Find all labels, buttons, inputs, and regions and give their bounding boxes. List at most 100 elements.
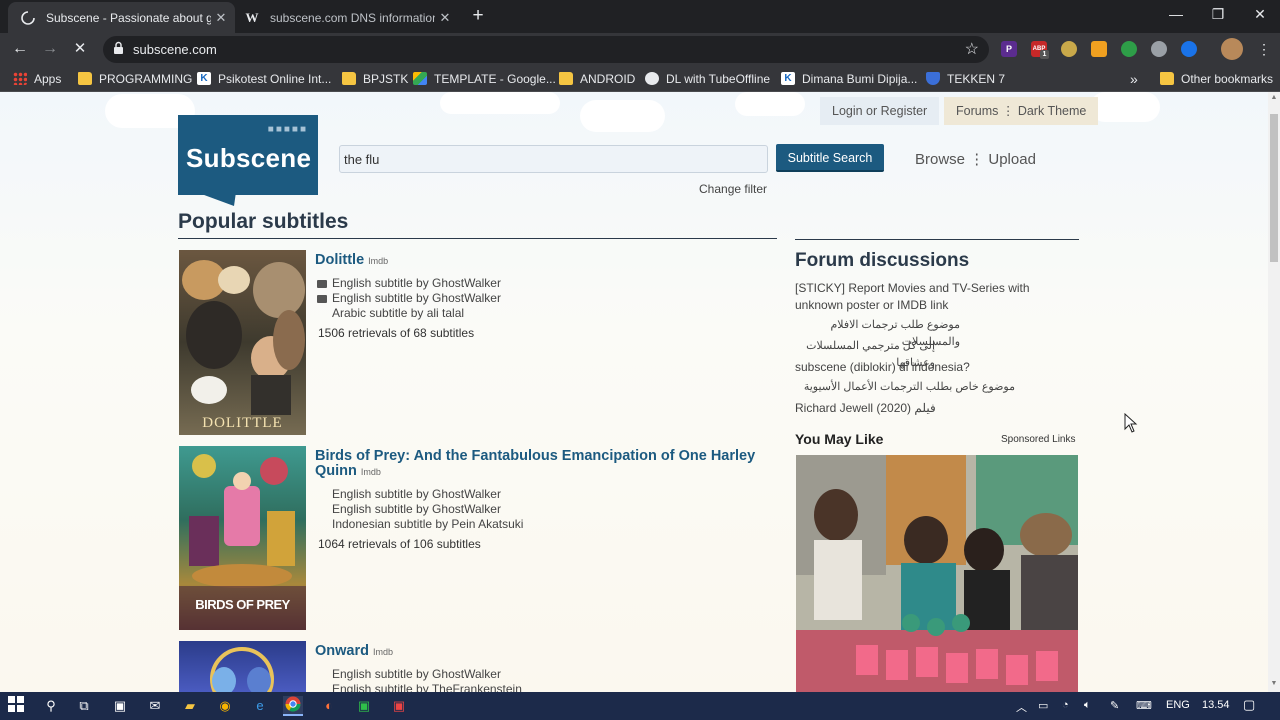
scroll-up-arrow-icon[interactable]: ▲ <box>1268 92 1280 104</box>
you-may-like-heading: You May Like <box>795 431 884 447</box>
bookmark-dimana-bumi[interactable]: K Dimana Bumi Dipija... <box>781 70 917 87</box>
more-bookmarks-chevron-icon[interactable]: » <box>1130 70 1138 87</box>
forward-button[interactable]: → <box>38 38 62 60</box>
forum-link[interactable]: subscene (diblokir) di indonesia? <box>795 359 1045 376</box>
chevron-up-icon[interactable]: ︿ <box>1016 699 1027 715</box>
browse-link[interactable]: Browse <box>915 151 965 168</box>
bookmark-bpjstk[interactable]: BPJSTK <box>342 70 408 87</box>
forum-link[interactable]: Richard Jewell (2020) فيلم <box>795 400 1045 417</box>
tab-dns-info[interactable]: W subscene.com DNS information - ✕ <box>232 2 459 33</box>
pen-icon[interactable]: ✎ <box>1110 699 1119 712</box>
app-icon[interactable]: ◉ <box>215 696 235 716</box>
bookmark-psikotest[interactable]: K Psikotest Online Int... <box>197 70 331 87</box>
shield-extension-icon[interactable] <box>1061 41 1077 57</box>
address-bar[interactable]: subscene.com ☆ <box>103 36 989 63</box>
poster-art <box>182 260 305 415</box>
extension-p-icon[interactable]: P <box>1001 41 1017 57</box>
cloud-decoration <box>735 92 805 116</box>
subtitle-entry[interactable]: English subtitle by GhostWalker <box>317 276 501 290</box>
wifi-icon[interactable]: ◔ <box>1062 699 1069 711</box>
chart-extension-icon[interactable] <box>1091 41 1107 57</box>
language-indicator[interactable]: ENG <box>1166 699 1190 711</box>
sponsored-ad-image[interactable] <box>796 455 1078 692</box>
app-icon[interactable]: ▣ <box>354 696 374 716</box>
menu-dots-icon[interactable]: ⋮ <box>1252 38 1276 60</box>
imdb-link[interactable]: Imdb <box>368 256 388 266</box>
close-icon[interactable]: ✕ <box>435 10 455 26</box>
restore-button[interactable]: ❐ <box>1196 0 1240 30</box>
subtitle-entry[interactable]: Indonesian subtitle by Pein Akatsuki <box>332 517 523 531</box>
blue-extension-icon[interactable] <box>1181 41 1197 57</box>
store-icon[interactable]: ▣ <box>110 696 130 716</box>
search-icon[interactable]: ⚲ <box>41 696 61 716</box>
subtitle-entry[interactable]: Arabic subtitle by ali talal <box>332 306 464 320</box>
windows-start-icon[interactable] <box>6 696 26 716</box>
edge-icon[interactable]: e <box>250 696 270 716</box>
subtitle-search-button[interactable]: Subtitle Search <box>776 144 884 172</box>
subtitle-entry[interactable]: English subtitle by GhostWalker <box>332 667 501 681</box>
bookmark-label: ANDROID <box>580 71 636 86</box>
k-icon: K <box>781 72 795 85</box>
dark-theme-link[interactable]: Dark Theme <box>1018 104 1087 118</box>
profile-avatar[interactable] <box>1221 38 1243 60</box>
subtitle-entry[interactable]: English subtitle by GhostWalker <box>332 487 501 501</box>
bookmark-programming[interactable]: PROGRAMMING <box>78 70 192 87</box>
bookmark-android[interactable]: ANDROID <box>559 70 635 87</box>
firefox-icon[interactable]: ◐ <box>319 696 339 716</box>
star-icon[interactable]: ☆ <box>965 39 979 59</box>
keyboard-icon[interactable]: ⌨ <box>1136 699 1152 712</box>
tab-subscene[interactable]: Subscene - Passionate about goo ✕ <box>8 2 235 33</box>
leaf-extension-icon[interactable] <box>1121 41 1137 57</box>
page-scrollbar[interactable]: ▲ ▼ <box>1268 92 1280 692</box>
imdb-link[interactable]: Imdb <box>361 467 381 477</box>
bookmark-label: PROGRAMMING <box>99 71 193 86</box>
bookmark-apps[interactable]: Apps <box>13 70 61 87</box>
subtitle-entry[interactable]: English subtitle by GhostWalker <box>317 291 501 305</box>
app-icon[interactable]: ▣ <box>389 696 409 716</box>
shield-icon <box>926 72 940 85</box>
clock[interactable]: 13.54 <box>1202 699 1230 711</box>
minimize-button[interactable]: — <box>1154 0 1198 30</box>
onward-poster[interactable] <box>179 641 306 692</box>
notification-icon[interactable]: ▢ <box>1243 697 1255 713</box>
dolittle-poster[interactable]: DOLITTLE <box>179 250 306 435</box>
bookmark-tekken[interactable]: TEKKEN 7 <box>926 70 1005 87</box>
login-register-link[interactable]: Login or Register <box>820 97 940 125</box>
imdb-link[interactable]: Imdb <box>373 647 393 657</box>
new-tab-button[interactable]: + <box>466 5 490 27</box>
bookmark-other[interactable]: Other bookmarks <box>1160 70 1273 87</box>
sponsored-links-label[interactable]: Sponsored Links <box>1001 434 1076 445</box>
forums-link[interactable]: Forums <box>956 104 998 118</box>
extension-badge: 1 <box>1040 50 1049 59</box>
movie-title-birds-of-prey[interactable]: Birds of Prey: And the Fantabulous Emanc… <box>315 449 777 480</box>
task-view-icon[interactable]: ⧉ <box>74 696 94 716</box>
scroll-down-arrow-icon[interactable]: ▼ <box>1268 678 1280 690</box>
mail-icon[interactable]: ✉ <box>145 696 165 716</box>
file-explorer-icon[interactable]: ▰ <box>180 696 200 716</box>
close-window-button[interactable]: ✕ <box>1238 0 1280 30</box>
ad-photo <box>796 455 1078 692</box>
forum-link[interactable]: [STICKY] Report Movies and TV-Series wit… <box>795 280 1045 314</box>
bookmark-tubeoffline[interactable]: DL with TubeOffline <box>645 70 770 87</box>
battery-icon[interactable]: ▭ <box>1038 699 1048 712</box>
divider <box>795 239 1079 240</box>
subscene-logo[interactable]: ■■■■■ Subscene <box>178 115 318 195</box>
forum-link[interactable]: موضوع خاص بطلب الترجمات الأعمال الأسيوية <box>795 379 1015 396</box>
chrome-icon[interactable] <box>283 696 303 716</box>
movie-title-onward[interactable]: Onward Imdb <box>315 644 777 660</box>
scrollbar-thumb[interactable] <box>1270 114 1278 262</box>
globe-extension-icon[interactable] <box>1151 41 1167 57</box>
movie-title-dolittle[interactable]: Dolittle Imdb <box>315 253 777 269</box>
change-filter-link[interactable]: Change filter <box>699 182 767 196</box>
upload-link[interactable]: Upload <box>988 151 1036 168</box>
subtitle-entry[interactable]: English subtitle by GhostWalker <box>332 502 501 516</box>
stop-loading-button[interactable]: ✕ <box>68 38 92 60</box>
close-icon[interactable]: ✕ <box>211 10 231 26</box>
volume-icon[interactable]: 🔈︎ <box>1084 699 1091 712</box>
folder-icon <box>559 72 573 85</box>
subtitle-entry[interactable]: English subtitle by TheFrankenstein <box>332 682 522 692</box>
bookmark-template[interactable]: TEMPLATE - Google... <box>413 70 556 87</box>
birds-of-prey-poster[interactable]: BIRDS OF PREY <box>179 446 306 630</box>
search-input[interactable] <box>339 145 768 173</box>
back-button[interactable]: ← <box>8 38 32 60</box>
